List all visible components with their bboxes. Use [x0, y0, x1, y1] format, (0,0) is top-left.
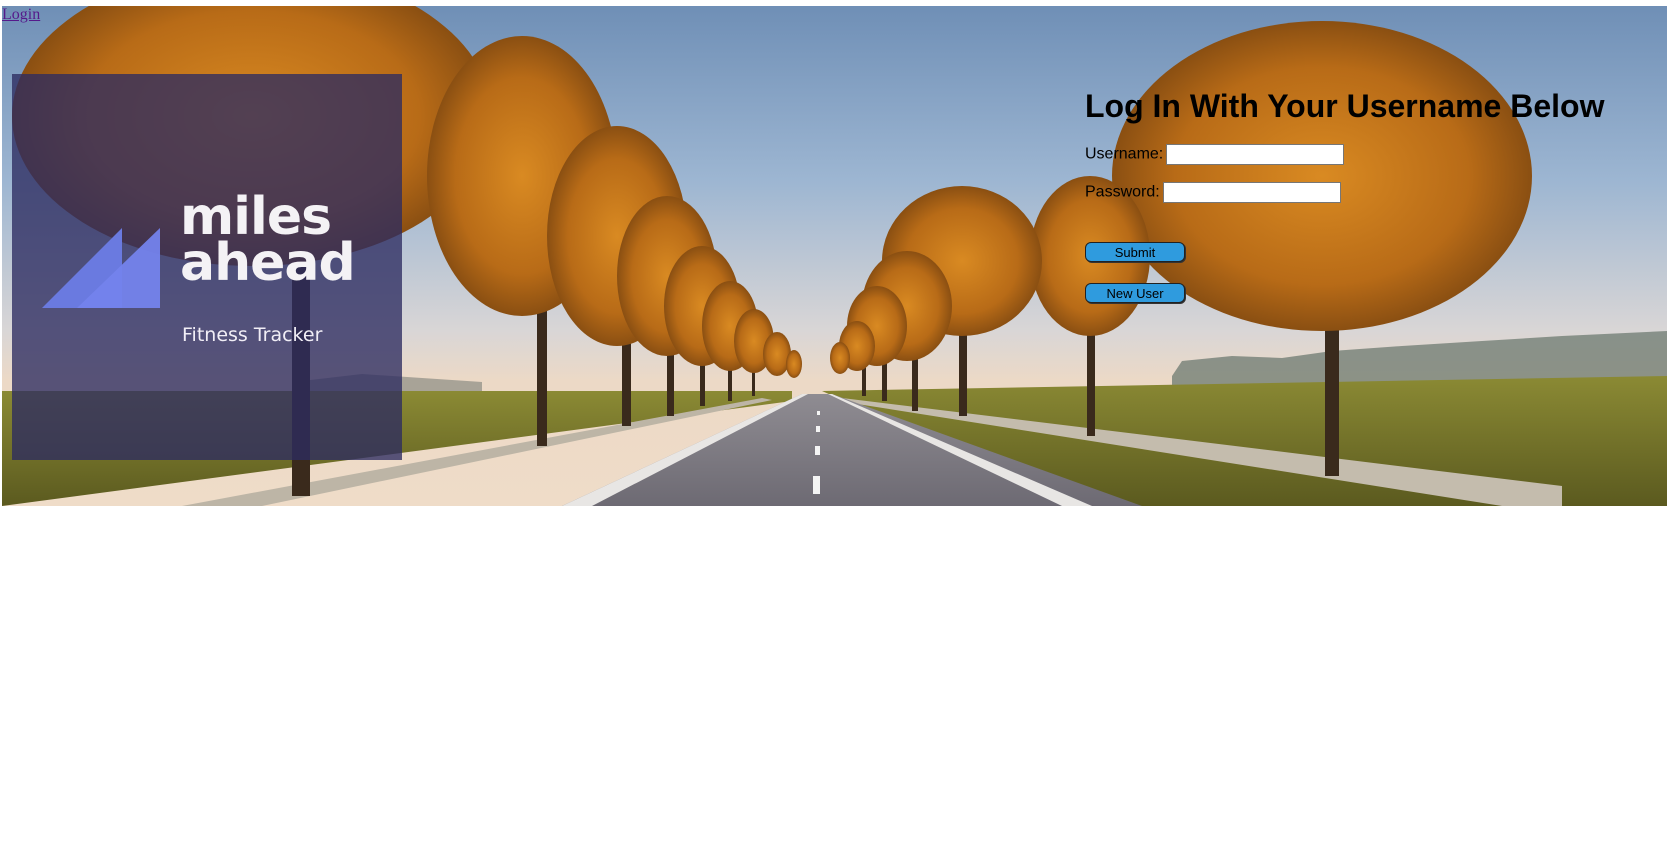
password-row: Password: — [1085, 182, 1341, 203]
brand-name-line2: ahead — [180, 233, 356, 293]
mountain-logo-icon — [42, 228, 160, 308]
brand-panel: miles ahead Fitness Tracker — [12, 74, 402, 460]
page-title: Log In With Your Username Below — [1085, 88, 1605, 124]
submit-button[interactable]: Submit — [1085, 242, 1185, 262]
login-form: Log In With Your Username Below Username… — [1085, 88, 1605, 303]
password-label: Password: — [1085, 183, 1160, 201]
username-row: Username: — [1085, 144, 1345, 165]
login-link[interactable]: Login — [2, 6, 40, 24]
new-user-button[interactable]: New User — [1085, 283, 1185, 303]
username-label: Username: — [1085, 145, 1164, 163]
username-field[interactable] — [1166, 144, 1345, 165]
brand-tagline: Fitness Tracker — [182, 324, 323, 346]
password-field[interactable] — [1162, 182, 1341, 203]
hero-banner: miles ahead Fitness Tracker — [2, 6, 1667, 506]
